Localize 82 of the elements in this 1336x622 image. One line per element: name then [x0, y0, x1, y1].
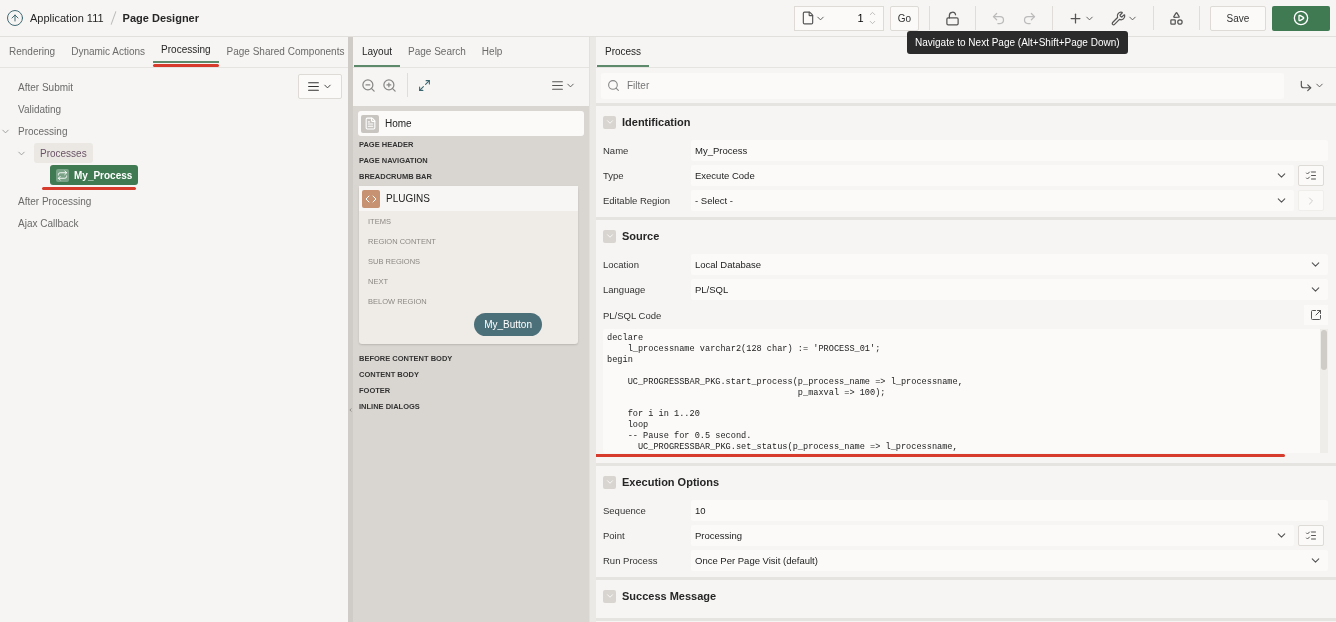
go-button[interactable]: Go — [889, 5, 919, 31]
collapse-icon[interactable] — [603, 589, 616, 603]
button-component[interactable]: My_Button — [474, 313, 542, 336]
tab[interactable]: Dynamic Actions — [63, 37, 154, 67]
page-number-field[interactable]: 1 — [829, 11, 866, 25]
section-title: Source — [622, 230, 660, 242]
input-field[interactable]: 10 — [691, 500, 1328, 521]
field-label: PL/SQL Code — [603, 309, 662, 321]
section-title: Execution Options — [622, 476, 720, 488]
tree-item[interactable]: Processes — [34, 143, 93, 163]
plus-icon — [1068, 10, 1083, 26]
unlock-icon — [945, 10, 960, 26]
menu-button[interactable] — [298, 74, 342, 99]
tree-item[interactable]: Validating — [18, 99, 62, 119]
tab[interactable]: Page Search — [400, 37, 474, 67]
page-card[interactable]: Home — [358, 111, 584, 136]
menu-icon — [307, 80, 320, 93]
field-label: Point — [603, 530, 626, 541]
breadcrumb-item[interactable]: Application 111 — [30, 12, 104, 24]
tree-item[interactable]: My_Process — [50, 165, 139, 185]
input-field[interactable]: My_Process — [691, 140, 1328, 161]
breadcrumb-item: Page Designer — [122, 12, 199, 24]
menu-icon — [551, 78, 564, 92]
file-icon — [800, 11, 815, 25]
next-button[interactable] — [1298, 190, 1324, 211]
search-icon — [607, 79, 620, 92]
tooltip: Navigate to Next Page (Alt+Shift+Page Down) — [907, 31, 1128, 54]
redo-icon — [1022, 10, 1037, 26]
filter-box[interactable]: Filter — [601, 72, 1284, 99]
select-field[interactable]: PL/SQL — [691, 279, 1328, 300]
field-label: Language — [603, 284, 647, 295]
zoom-in-icon[interactable] — [382, 77, 397, 93]
filter-field[interactable]: Filter — [625, 79, 1278, 92]
field-label: Type — [603, 170, 625, 181]
section-title: Identification — [622, 116, 691, 128]
tab[interactable]: Rendering — [1, 37, 64, 67]
page-title: Home — [385, 118, 412, 129]
shapes-icon — [1169, 10, 1184, 26]
spin-down-icon[interactable] — [867, 18, 877, 27]
zoom-out-icon[interactable] — [361, 77, 376, 93]
select-field[interactable]: Local Database — [691, 254, 1328, 275]
tab[interactable]: Page Shared Components — [218, 37, 353, 67]
collapse-icon[interactable] — [348, 405, 353, 414]
tree-item[interactable]: After Submit — [18, 77, 74, 97]
collapse-icon[interactable] — [603, 229, 616, 243]
list-icon — [1305, 529, 1317, 542]
tree-item[interactable]: After Processing — [18, 191, 92, 211]
page-icon — [361, 114, 379, 133]
field-label: Location — [603, 259, 640, 270]
collapse-icon[interactable] — [603, 115, 616, 129]
field-label: Name — [603, 145, 630, 156]
wrench-icon — [1111, 10, 1126, 26]
list-button[interactable] — [1298, 165, 1324, 186]
spin-up-icon[interactable] — [867, 9, 877, 18]
expand-button[interactable] — [1304, 305, 1328, 325]
expand-icon[interactable] — [418, 78, 431, 92]
tab[interactable]: Layout — [354, 37, 401, 67]
play-icon — [1293, 10, 1309, 26]
tab[interactable]: Process — [597, 37, 650, 67]
select-field[interactable]: Execute Code — [691, 165, 1294, 186]
tree-item[interactable]: Processing — [18, 121, 68, 141]
select-field[interactable]: Once Per Page Visit (default) — [691, 550, 1328, 571]
field-label: Editable Region — [603, 195, 672, 206]
select-field[interactable]: - Select - — [691, 190, 1294, 211]
code-icon — [362, 189, 380, 208]
run-button[interactable] — [1272, 5, 1330, 31]
field-label: Sequence — [603, 505, 647, 516]
select-field[interactable]: Processing — [691, 525, 1294, 546]
list-button[interactable] — [1298, 525, 1324, 546]
save-button[interactable]: Save — [1210, 5, 1266, 31]
collapse-icon[interactable] — [603, 475, 616, 489]
arrow-icon — [1299, 78, 1313, 93]
expand-icon — [1310, 309, 1322, 321]
undo-icon — [991, 10, 1006, 26]
process-icon — [56, 168, 69, 182]
tree-item[interactable]: Ajax Callback — [18, 213, 79, 233]
field-label: Run Process — [603, 555, 659, 566]
list-icon — [1305, 169, 1317, 182]
scrollbar[interactable] — [1320, 329, 1328, 453]
section-title: Success Message — [622, 590, 717, 602]
tab[interactable]: Help — [473, 37, 511, 67]
region-title: PLUGINS — [386, 193, 430, 204]
